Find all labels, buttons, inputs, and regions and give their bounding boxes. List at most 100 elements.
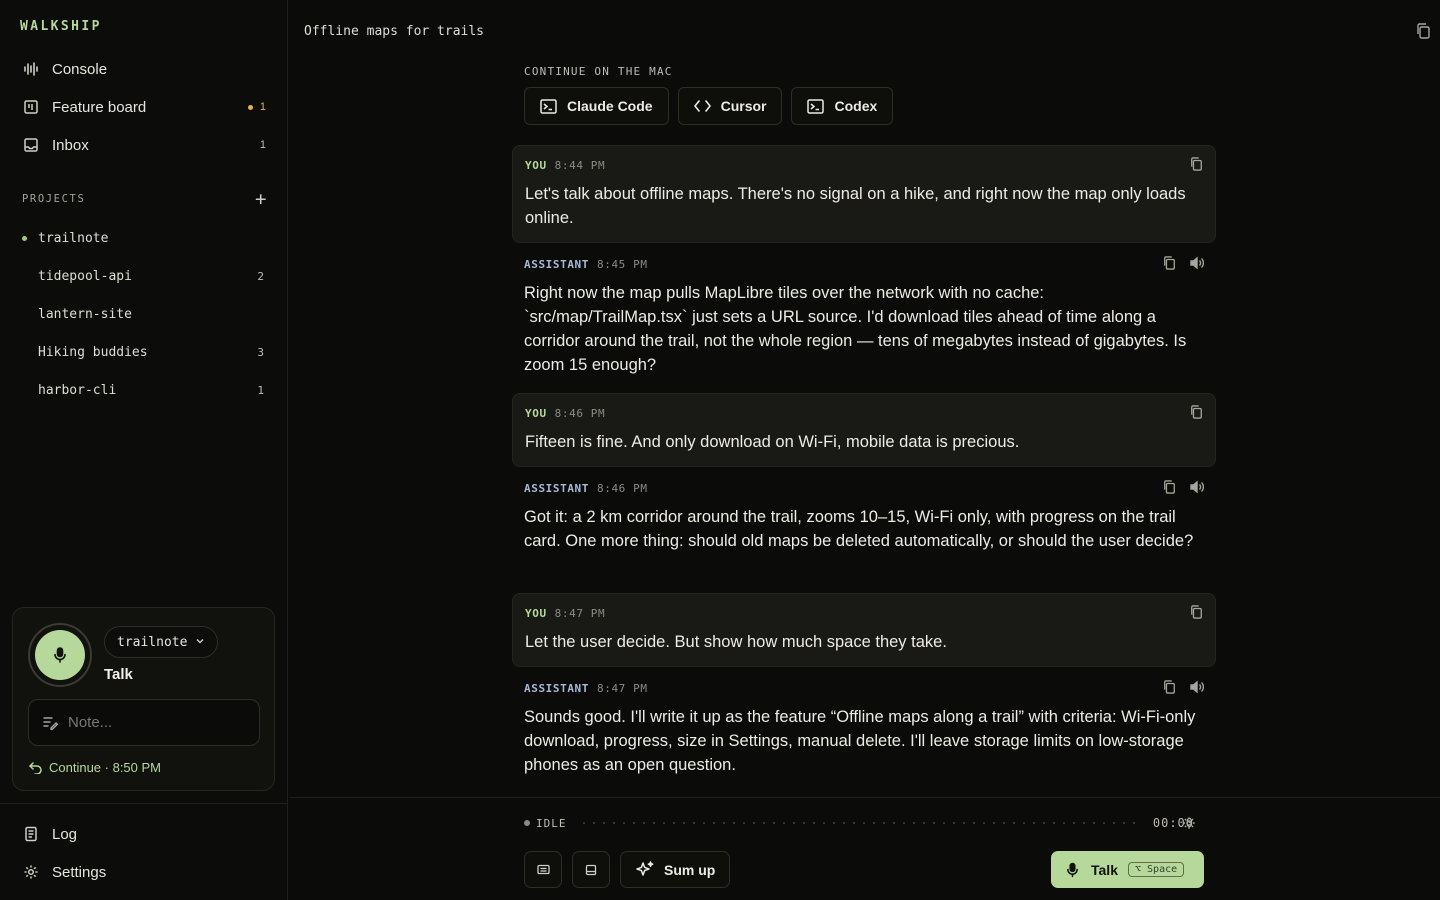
undo-icon [29,761,42,774]
copy-icon[interactable] [1190,404,1203,422]
brand-logo: WALKSHIP [20,19,102,34]
message-text: Got it: a 2 km corridor around the trail… [524,508,1194,550]
message-time: 8:46 PM [597,481,648,495]
project-select[interactable]: trailnote [104,626,219,658]
message-user: YOU 8:44 PM Let's talk about offline map… [512,145,1216,243]
nav-log[interactable]: Log [12,817,276,851]
speaker-icon[interactable] [1190,479,1205,497]
keyboard-button[interactable] [524,851,562,888]
speaker-icon[interactable] [1190,679,1205,697]
cursor-button[interactable]: Cursor [677,87,783,125]
project-item-trailnote[interactable]: trailnote [22,223,268,253]
projects-label: PROJECTS [22,193,86,205]
talk-label: Talk [1091,861,1118,878]
codex-label: Codex [834,98,878,114]
code-icon [693,100,711,112]
project-name: Hiking buddies [38,344,148,360]
project-count: 2 [257,269,264,283]
gear-icon [22,863,40,881]
message-assistant: ASSISTANT 8:45 PM Right now the map pull… [512,245,1216,389]
project-item-tidepool-api[interactable]: tidepool-api 2 [22,261,268,291]
codex-button[interactable]: Codex [791,87,894,125]
copy-icon[interactable] [1190,156,1203,174]
message-time: 8:46 PM [554,406,606,420]
message-text: Right now the map pulls MapLibre tiles o… [524,284,1187,374]
message-assistant: ASSISTANT 8:47 PM Sounds good. I'll writ… [512,669,1216,789]
message-time: 8:47 PM [597,681,648,695]
nav-feature-board-label: Feature board [52,98,147,116]
cursor-label: Cursor [720,98,767,114]
terminal-icon [540,98,557,114]
panel-button[interactable] [572,851,610,888]
project-item-lantern-site[interactable]: lantern-site [22,299,268,329]
project-name: lantern-site [38,306,132,322]
status-state: IDLE [536,816,567,830]
sidebar: WALKSHIP Console Feature board 1 Inbox 1… [0,0,288,900]
project-count: 3 [257,345,264,359]
message-role: YOU [525,406,547,420]
nav-inbox-label: Inbox [52,136,89,154]
status-bar: IDLE 00:00 [524,816,1194,830]
inbox-count: 1 [259,139,266,151]
claude-code-button[interactable]: Claude Code [524,87,669,125]
mic-ring [28,623,92,687]
composer-divider [289,797,1440,798]
message-role: YOU [525,158,547,172]
main-panel: Offline maps for trails CONTINUE ON THE … [289,0,1440,900]
nav-settings[interactable]: Settings [12,855,276,889]
project-select-value: trailnote [117,634,188,650]
talk-label: Talk [104,666,133,683]
projects-header: PROJECTS + [22,190,268,209]
page-title: Offline maps for trails [304,24,485,39]
message-role: ASSISTANT [524,257,590,271]
message-role: YOU [525,606,547,620]
project-name: trailnote [38,230,109,246]
active-project-dot [22,235,27,241]
copy-icon[interactable] [1163,479,1176,497]
speaker-icon[interactable] [1190,255,1205,273]
note-input[interactable] [68,714,238,731]
board-icon [22,98,40,116]
panel-icon [585,864,597,875]
status-dot [524,820,530,826]
nav-feature-board[interactable]: Feature board 1 [12,90,276,124]
nav-console[interactable]: Console [12,52,276,86]
terminal-icon [807,98,825,114]
copy-icon[interactable] [1163,255,1176,273]
inbox-icon [22,136,40,154]
message-text: Let's talk about offline maps. There's n… [525,185,1186,227]
project-item-hiking-buddies[interactable]: Hiking buddies 3 [22,337,268,367]
project-count: 1 [257,383,264,397]
project-name: harbor-cli [38,382,117,398]
sum-up-button[interactable]: Sum up [620,851,731,888]
talk-button[interactable]: Talk ⌥ Space [1051,851,1204,888]
add-project-icon[interactable]: + [255,190,268,209]
message-user: YOU 8:47 PM Let the user decide. But sho… [512,593,1216,667]
message-time: 8:44 PM [554,158,606,172]
mic-button[interactable] [35,630,85,680]
nav-log-label: Log [52,825,78,843]
continue-link[interactable]: Continue · 8:50 PM [29,760,161,775]
message-time: 8:45 PM [597,257,648,271]
copy-icon[interactable] [1416,23,1431,44]
waveform-track [578,822,1141,824]
note-icon [43,716,58,730]
keyboard-icon [536,864,550,875]
message-role: ASSISTANT [524,481,590,495]
copy-icon[interactable] [1190,604,1203,622]
nav-inbox[interactable]: Inbox 1 [12,128,276,162]
continue-label: Continue · 8:50 PM [49,760,162,775]
note-field[interactable] [28,699,260,746]
nav-settings-label: Settings [52,863,107,881]
message-text: Sounds good. I'll write it up as the fea… [524,708,1196,774]
microphone-icon [54,647,66,663]
sum-up-label: Sum up [664,861,716,878]
message-user: YOU 8:46 PM Fifteen is fine. And only do… [512,393,1216,467]
sparkle-icon [636,860,654,876]
message-assistant: ASSISTANT 8:46 PM Got it: a 2 km corrido… [512,469,1216,565]
gear-icon[interactable] [1182,816,1196,835]
project-item-harbor-cli[interactable]: harbor-cli 1 [22,375,268,405]
nav-console-label: Console [52,60,108,78]
copy-icon[interactable] [1163,679,1176,697]
microphone-icon [1067,862,1078,877]
